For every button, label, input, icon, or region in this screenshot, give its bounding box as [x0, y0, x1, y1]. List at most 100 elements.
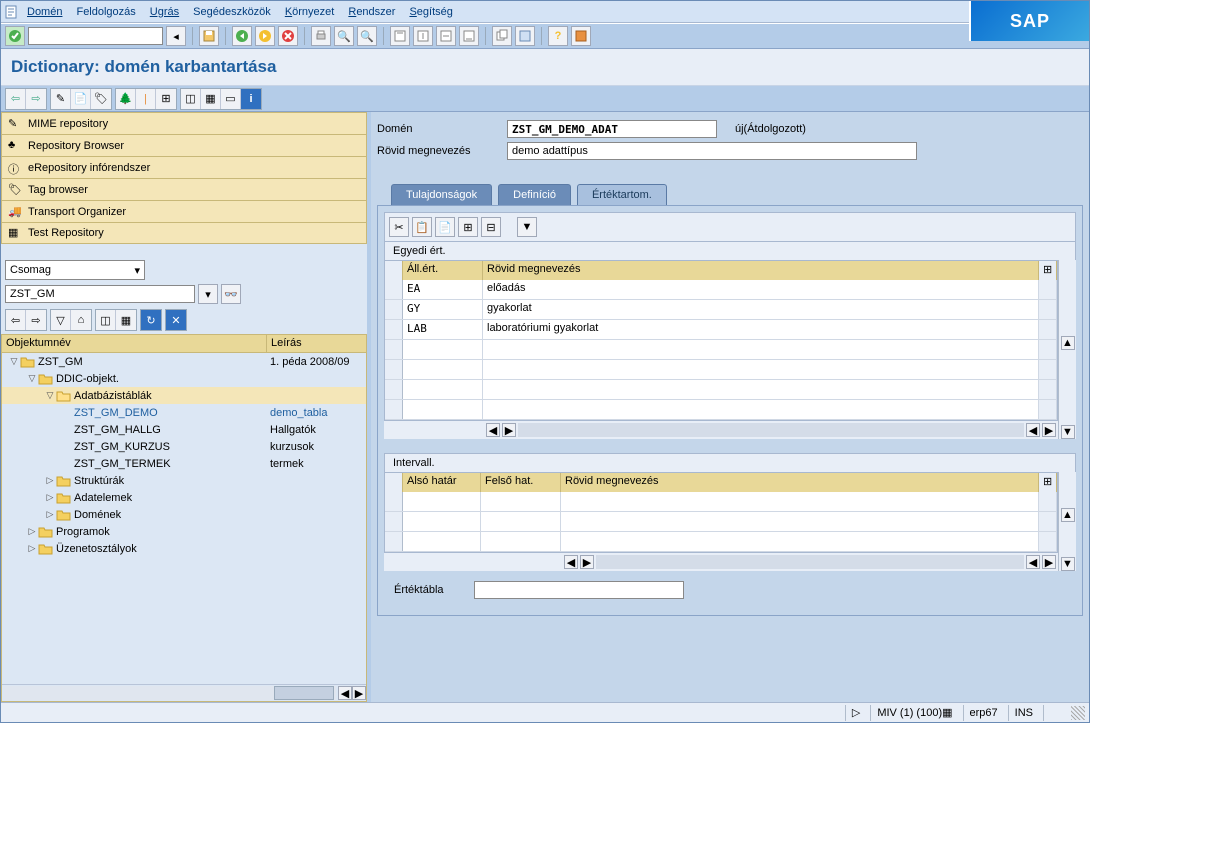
grid1-rowsel-header[interactable] — [385, 261, 403, 280]
tree-body[interactable]: ▽ZST_GM1. péda 2008/09▽DDIC-objekt.▽Adat… — [1, 353, 367, 702]
grid1-cell-short[interactable] — [483, 360, 1039, 379]
nav-item-5[interactable]: ▦Test Repository — [1, 222, 367, 244]
tree-refresh-button[interactable]: ↻ — [141, 310, 161, 330]
row-selector[interactable] — [385, 360, 403, 379]
grid1-cell-short[interactable] — [483, 380, 1039, 399]
grid1-cell-short[interactable]: előadás — [483, 280, 1039, 299]
grid2-cell-upper[interactable] — [481, 532, 561, 551]
grid1-col-short[interactable]: Rövid megnevezés — [483, 261, 1039, 280]
row-selector[interactable] — [385, 340, 403, 359]
grid2-col-upper[interactable]: Felső hat. — [481, 473, 561, 492]
first-page-button[interactable] — [390, 26, 410, 46]
grid1-hscroll-left2[interactable]: ◀ — [1026, 423, 1040, 437]
prev-page-button[interactable] — [413, 26, 433, 46]
nav-item-1[interactable]: ♣Repository Browser — [1, 134, 367, 156]
grid2-vscroll-up[interactable]: ▲ — [1061, 508, 1075, 522]
expand-icon[interactable]: ▷ — [44, 475, 56, 486]
tab-definicio[interactable]: Definíció — [498, 184, 571, 205]
tree-row[interactable]: ▽Adatbázistáblák — [2, 387, 366, 404]
help-button[interactable]: ? — [548, 26, 568, 46]
where-used-button[interactable]: | — [136, 89, 156, 109]
find-button[interactable]: 🔍 — [334, 26, 354, 46]
tree-row[interactable]: ZST_GM_HALLGHallgatók — [2, 421, 366, 438]
row-selector[interactable] — [385, 532, 403, 551]
tb-cube-button[interactable]: ▦ — [201, 89, 221, 109]
grid1-row[interactable] — [385, 340, 1057, 360]
grid1-vscroll-down[interactable]: ▼ — [1061, 425, 1075, 439]
hierarchy-button[interactable]: ⊞ — [156, 89, 176, 109]
grid2-row[interactable] — [385, 512, 1057, 532]
grid1-cell-short[interactable]: gyakorlat — [483, 300, 1039, 319]
grid1-row[interactable]: GYgyakorlat — [385, 300, 1057, 320]
grid1-cell-fixval[interactable] — [403, 380, 483, 399]
menu-ugras[interactable]: Ugrás — [150, 6, 179, 18]
save-button[interactable] — [199, 26, 219, 46]
paste-button[interactable]: 📄 — [435, 217, 455, 237]
object-type-select[interactable]: Csomag▾ — [5, 260, 145, 280]
status-nav-icon[interactable]: ▷ — [845, 705, 866, 721]
copy-button[interactable]: 📋 — [412, 217, 432, 237]
grid1-vscroll-up[interactable]: ▲ — [1061, 336, 1075, 350]
grid1-hscroll-right[interactable]: ▶ — [502, 423, 516, 437]
tb-rect-button[interactable]: ▭ — [221, 89, 241, 109]
tree-row[interactable]: ▷Üzenetosztályok — [2, 540, 366, 557]
grid2-cell-short[interactable] — [561, 492, 1039, 511]
insert-row-button[interactable]: ⊞ — [458, 217, 478, 237]
tree-hscroll-left[interactable]: ◀ — [338, 686, 352, 700]
grid2-hscroll-right2[interactable]: ▶ — [1042, 555, 1056, 569]
nav-item-3[interactable]: 🏷Tag browser — [1, 178, 367, 200]
grid2-cell-upper[interactable] — [481, 492, 561, 511]
menu-feldolgozas[interactable]: Feldolgozás — [76, 6, 135, 18]
tree-row[interactable]: ZST_GM_DEMOdemo_tabla — [2, 404, 366, 421]
tree-row[interactable]: ZST_GM_TERMEKtermek — [2, 455, 366, 472]
delete-row-button[interactable]: ⊟ — [481, 217, 501, 237]
expand-icon[interactable]: ▷ — [44, 509, 56, 520]
grid2-cell-short[interactable] — [561, 532, 1039, 551]
package-input[interactable] — [5, 285, 195, 303]
row-selector[interactable] — [385, 380, 403, 399]
last-page-button[interactable] — [459, 26, 479, 46]
resize-grip[interactable] — [1071, 706, 1085, 720]
tree-row[interactable]: ▷Adatelemek — [2, 489, 366, 506]
tree-row[interactable]: ZST_GM_KURZUSkurzusok — [2, 438, 366, 455]
grid2-row[interactable] — [385, 492, 1057, 512]
tree-up-button[interactable]: ▽ — [51, 310, 71, 330]
tb-org-button[interactable]: ◫ — [181, 89, 201, 109]
grid2-rowsel-header[interactable] — [385, 473, 403, 492]
grid2-vscroll-down[interactable]: ▼ — [1061, 557, 1075, 571]
grid1-row[interactable]: EAelőadás — [385, 280, 1057, 300]
tree-back-button[interactable]: ⇦ — [6, 310, 26, 330]
row-selector[interactable] — [385, 512, 403, 531]
grid1-hscroll-track[interactable] — [518, 423, 1024, 437]
menu-kornyezet[interactable]: Környezet — [285, 6, 335, 18]
row-selector[interactable] — [385, 320, 403, 339]
tree-close-button[interactable]: ✕ — [166, 310, 186, 330]
grid2-col-lower[interactable]: Alsó határ — [403, 473, 481, 492]
grid1-cell-fixval[interactable]: LAB — [403, 320, 483, 339]
row-selector[interactable] — [385, 300, 403, 319]
nav-forward-button[interactable]: ⇨ — [26, 89, 46, 109]
tree-row[interactable]: ▷Programok — [2, 523, 366, 540]
grid1-cell-short[interactable] — [483, 400, 1039, 419]
value-table-input[interactable] — [474, 581, 684, 599]
tree-col-name[interactable]: Objektumnév — [2, 335, 267, 352]
display-change-button[interactable]: ✎ — [51, 89, 71, 109]
grid2-hscroll-track[interactable] — [596, 555, 1024, 569]
tree-home-button[interactable]: ⌂ — [71, 310, 91, 330]
tree-row[interactable]: ▽ZST_GM1. péda 2008/09 — [2, 353, 366, 370]
grid2-cell-lower[interactable] — [403, 512, 481, 531]
expand-icon[interactable]: ▽ — [26, 373, 38, 384]
expand-icon[interactable]: ▽ — [44, 390, 56, 401]
tree-row[interactable]: ▷Domének — [2, 506, 366, 523]
exit-button[interactable] — [255, 26, 275, 46]
session-icon[interactable] — [5, 5, 19, 19]
tab-tulajdonsagok[interactable]: Tulajdonságok — [391, 184, 492, 205]
grid1-cell-short[interactable]: laboratóriumi gyakorlat — [483, 320, 1039, 339]
nav-back-button[interactable]: ⇦ — [6, 89, 26, 109]
cancel-button[interactable] — [278, 26, 298, 46]
other-object-button[interactable]: 📄 — [71, 89, 91, 109]
grid1-cell-fixval[interactable] — [403, 400, 483, 419]
tree-hscroll-thumb[interactable] — [274, 686, 334, 700]
grid2-cell-lower[interactable] — [403, 492, 481, 511]
row-selector[interactable] — [385, 400, 403, 419]
